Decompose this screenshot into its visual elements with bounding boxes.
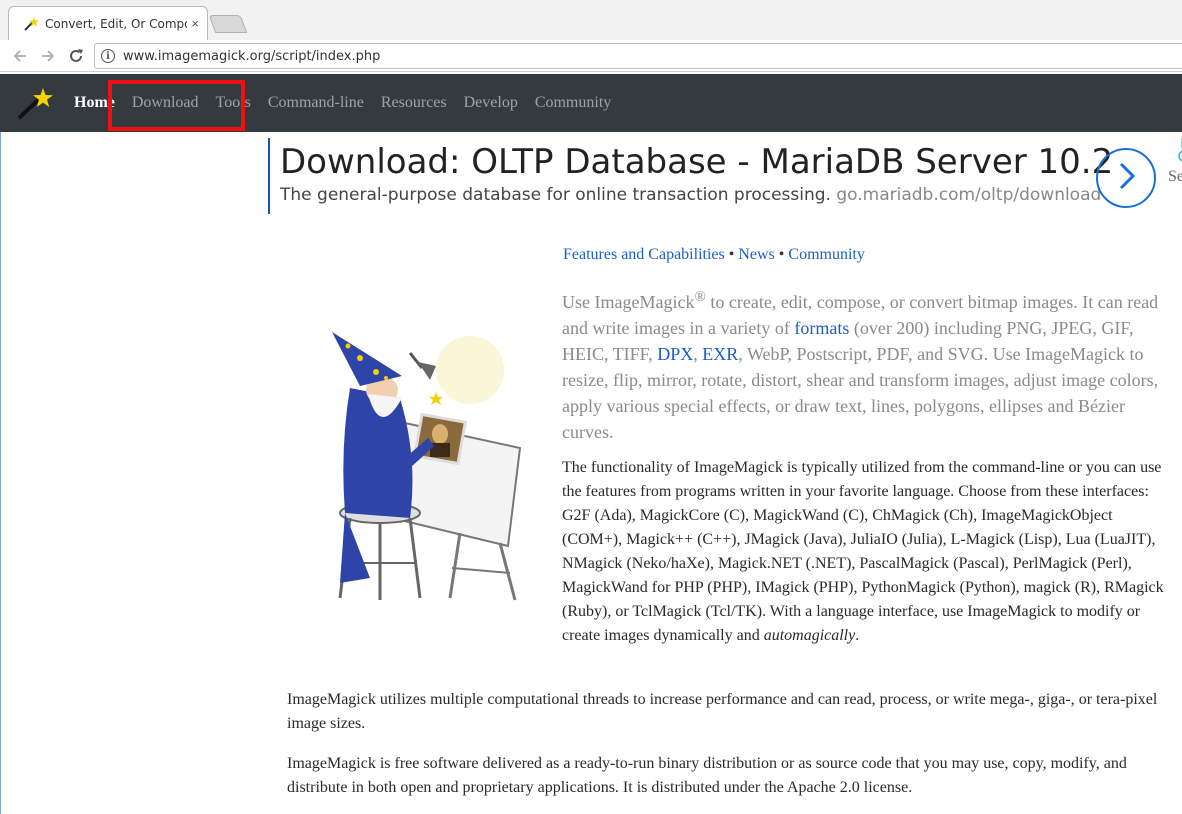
link-community[interactable]: Community — [788, 246, 864, 263]
para-text: (Java), — [799, 531, 851, 548]
imagemagick-favicon-icon — [23, 16, 39, 32]
lead-text: , — [693, 344, 703, 364]
lead-text: Use ImageMagick — [562, 292, 695, 312]
link-exr[interactable]: EXR — [702, 344, 738, 364]
para-text: (Ch), — [939, 507, 982, 524]
lead-paragraph: Use ImageMagick® to create, edit, compos… — [562, 284, 1167, 445]
nav-tools[interactable]: Tools — [216, 94, 251, 112]
image-float-spacer — [287, 456, 562, 636]
link-pascalmagick[interactable]: PascalMagick — [859, 555, 949, 572]
link-lua[interactable]: Lua — [1066, 531, 1091, 548]
license-paragraph: ImageMagick is free software delivered a… — [287, 752, 1167, 800]
para-text: . — [855, 627, 860, 644]
nav-links: Home Download Tools Command-line Resourc… — [74, 74, 628, 132]
link-l-magick[interactable]: L-Magick — [951, 531, 1015, 548]
ad-description-text: The general-purpose database for online … — [280, 185, 831, 205]
automagically-text: automagically — [763, 627, 856, 644]
link-chmagick[interactable]: ChMagick — [872, 507, 940, 524]
nav-home[interactable]: Home — [74, 94, 115, 112]
interfaces-paragraph: The functionality of ImageMagick is typi… — [287, 456, 1167, 648]
link-magickwand-php[interactable]: MagickWand for PHP — [562, 579, 703, 596]
link-features[interactable]: Features and Capabilities — [563, 246, 725, 263]
para-text: The functionality of ImageMagick is typi… — [562, 459, 973, 476]
ad-description: The general-purpose database for online … — [280, 185, 1101, 205]
para-text: (Python), — [955, 579, 1024, 596]
ad-url[interactable]: go.mariadb.com/oltp/download — [836, 185, 1101, 205]
link-nmagick[interactable]: NMagick — [562, 555, 622, 572]
para-text: (C), — [719, 507, 754, 524]
para-text: (LuaJIT), — [1090, 531, 1156, 548]
link-juliaio[interactable]: JuliaIO — [851, 531, 898, 548]
para-text: (PHP), — [703, 579, 756, 596]
arrow-left-icon[interactable] — [8, 44, 32, 68]
address-bar[interactable]: i www.imagemagick.org/script/index.php — [94, 43, 1182, 69]
link-imagick[interactable]: IMagick — [755, 579, 809, 596]
link-command-line[interactable]: command-line — [972, 459, 1064, 476]
ad-banner[interactable]: Download: OLTP Database - MariaDB Server… — [268, 138, 1168, 214]
nav-develop[interactable]: Develop — [464, 94, 518, 112]
link-magick-net[interactable]: Magick.NET — [718, 555, 802, 572]
para-text: (Lisp), — [1014, 531, 1066, 548]
adchoices-icon[interactable] — [1176, 138, 1182, 162]
site-navbar: Home Download Tools Command-line Resourc… — [0, 74, 1182, 196]
tab-title: Convert, Edit, Or Compos — [45, 16, 188, 31]
link-magickcore[interactable]: MagickCore — [640, 507, 720, 524]
link-g2f[interactable]: G2F — [562, 507, 590, 524]
nav-community[interactable]: Community — [535, 94, 611, 112]
arrow-right-icon[interactable] — [36, 44, 60, 68]
nav-download[interactable]: Download — [132, 94, 199, 112]
close-icon[interactable]: × — [191, 16, 199, 31]
para-text: (Perl), — [1087, 555, 1132, 572]
wizard-wand-logo[interactable] — [16, 84, 56, 122]
link-magickpp[interactable]: Magick++ — [626, 531, 693, 548]
link-magickwand[interactable]: MagickWand — [753, 507, 839, 524]
new-tab-button[interactable] — [208, 15, 248, 33]
ad-arrow-button[interactable] — [1096, 148, 1156, 208]
browser-tab[interactable]: Convert, Edit, Or Compos × — [8, 6, 208, 40]
url-text: www.imagemagick.org/script/index.php — [123, 48, 381, 64]
link-dpx[interactable]: DPX — [657, 344, 693, 364]
separator: • — [724, 246, 739, 263]
link-jmagick[interactable]: JMagick — [744, 531, 799, 548]
page-edge-line — [0, 132, 1, 814]
link-magick-r[interactable]: magick — [1024, 579, 1071, 596]
feature-links: Features and Capabilities • News • Commu… — [563, 246, 865, 264]
link-pythonmagick[interactable]: PythonMagick — [861, 579, 955, 596]
link-license[interactable]: license — [864, 779, 908, 796]
info-icon[interactable]: i — [101, 49, 115, 63]
chevron-right-icon — [1114, 160, 1138, 197]
reload-icon[interactable] — [64, 44, 88, 68]
para-text: (C), — [838, 507, 873, 524]
para-text: (Ruby), or — [562, 603, 633, 620]
threads-paragraph: ImageMagick utilizes multiple computatio… — [287, 691, 1158, 732]
para-text: (C++), — [693, 531, 745, 548]
para-text: (R), — [1070, 579, 1105, 596]
ad-title[interactable]: Download: OLTP Database - MariaDB Server… — [280, 142, 1113, 182]
link-formats[interactable]: formats — [794, 318, 849, 338]
para-text: (Julia), — [897, 531, 951, 548]
link-tclmagick[interactable]: TclMagick — [632, 603, 701, 620]
para-text: (Ada), — [590, 507, 640, 524]
para-text: (Pascal), — [949, 555, 1013, 572]
link-rmagick[interactable]: RMagick — [1104, 579, 1164, 596]
para-text: (Neko/haXe), — [622, 555, 718, 572]
link-imagemagickobject[interactable]: ImageMagickObject — [981, 507, 1113, 524]
para-text: ImageMagick is free software delivered a… — [287, 755, 1127, 796]
separator: • — [774, 246, 789, 263]
nav-resources[interactable]: Resources — [381, 94, 447, 112]
para-text: . — [908, 779, 913, 796]
browser-tabstrip: Convert, Edit, Or Compos × — [0, 0, 1182, 40]
para-text: (PHP), — [809, 579, 862, 596]
para-text: (COM+), — [562, 531, 627, 548]
nav-command-line[interactable]: Command-line — [268, 94, 364, 112]
para-text: (.NET), — [801, 555, 860, 572]
browser-toolbar: i www.imagemagick.org/script/index.php — [0, 40, 1182, 72]
registered-mark: ® — [694, 289, 706, 305]
link-perlmagick[interactable]: PerlMagick — [1013, 555, 1088, 572]
link-news[interactable]: News — [738, 246, 774, 263]
